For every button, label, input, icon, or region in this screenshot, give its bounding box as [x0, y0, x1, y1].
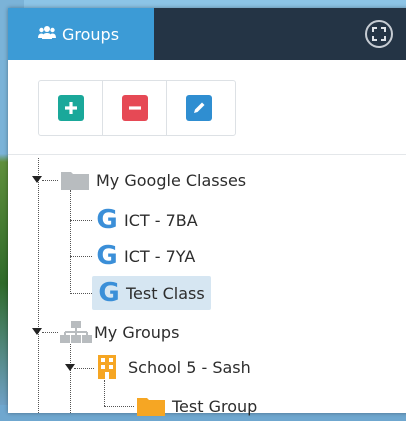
- tree-line: [38, 158, 39, 413]
- tree-line: [70, 344, 71, 413]
- school-building-icon: [98, 355, 116, 379]
- tree-node-school[interactable]: School 5 - Sash: [96, 352, 251, 382]
- tree-node-class-selected[interactable]: G Test Class: [92, 276, 211, 310]
- google-classroom-icon: G: [98, 278, 120, 308]
- collapse-toggle-my-groups[interactable]: [32, 328, 42, 335]
- tree-node-label: School 5 - Sash: [128, 357, 251, 377]
- tree-node-label: Test Group: [172, 396, 258, 416]
- tree-node-label: ICT - 7BA: [124, 210, 198, 230]
- tree-node-label: Test Class: [126, 283, 205, 303]
- tree-line: [70, 293, 92, 294]
- tree-line: [74, 368, 94, 369]
- google-classroom-icon: G: [96, 205, 118, 235]
- tree-node-group[interactable]: Test Group: [136, 391, 257, 421]
- tree-node-class[interactable]: G ICT - 7YA: [94, 241, 195, 271]
- tree-node-label: ICT - 7YA: [124, 246, 196, 266]
- tree-line: [104, 406, 134, 407]
- tree-node-label: My Google Classes: [96, 170, 247, 190]
- tree-line: [70, 190, 71, 294]
- tree-node-label: My Groups: [94, 322, 180, 342]
- tree-node-class[interactable]: G ICT - 7BA: [94, 205, 198, 235]
- folder-icon: [61, 172, 89, 190]
- tree-line: [70, 256, 92, 257]
- groups-panel: Groups My Google Classes G ICT - 7BA G I…: [8, 8, 406, 416]
- hierarchy-icon: [60, 321, 92, 343]
- groups-tree: My Google Classes G ICT - 7BA G ICT - 7Y…: [8, 8, 406, 416]
- tree-node-google-classes[interactable]: My Google Classes: [60, 165, 246, 195]
- tree-line: [104, 380, 105, 406]
- tree-line: [42, 180, 58, 181]
- collapse-toggle-google-classes[interactable]: [32, 176, 42, 183]
- tree-line: [42, 332, 58, 333]
- tree-node-my-groups[interactable]: My Groups: [60, 317, 179, 347]
- google-classroom-icon: G: [96, 241, 118, 271]
- tree-line: [70, 220, 92, 221]
- folder-icon: [137, 398, 165, 416]
